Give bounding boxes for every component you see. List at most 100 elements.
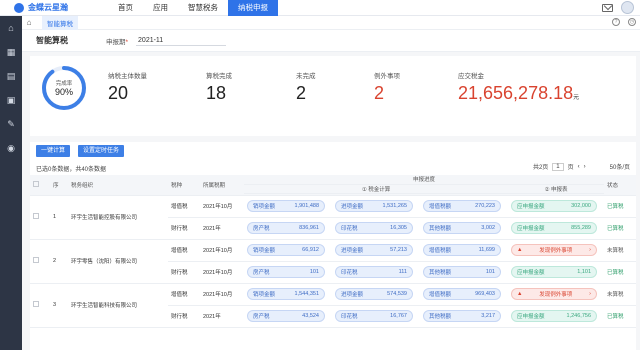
folder-icon[interactable]: ▣ — [0, 88, 22, 112]
row-checkbox[interactable] — [33, 213, 39, 219]
title-bar: 智能算税 申报期* — [22, 30, 640, 52]
calc-amount-chip[interactable]: 房产税 43,524 — [247, 310, 325, 322]
calc-amount-chip[interactable]: 印花税 16,305 — [335, 222, 413, 234]
row-seq: 1 — [50, 195, 68, 240]
row-checkbox-cell[interactable] — [30, 195, 50, 240]
select-all-checkbox[interactable] — [33, 180, 39, 187]
stat-completed: 算税完成 18 — [206, 70, 232, 104]
row-checkbox[interactable] — [33, 257, 39, 263]
warning-icon: ▲ — [517, 247, 523, 253]
calc-amount-chip[interactable]: 增值税额 11,699 — [423, 244, 501, 256]
stat-value: 20 — [108, 83, 129, 103]
row-status: 未算税 — [604, 239, 637, 262]
mail-icon[interactable] — [602, 3, 613, 12]
stat-value: 21,656,278.18元 — [458, 83, 580, 103]
chevron-right-icon: › — [589, 247, 591, 253]
nav-item-tax-filing[interactable]: 纳税申报 — [228, 0, 278, 16]
edit-icon[interactable]: ✎ — [0, 112, 22, 136]
nav-item-smart-tax[interactable]: 智慧税务 — [178, 0, 228, 16]
row-status: 已算税 — [604, 195, 637, 218]
pager-prev-icon[interactable]: ‹ — [578, 164, 580, 170]
calc-amount-chip[interactable]: 房产税 836,961 — [247, 222, 325, 234]
period-field[interactable] — [136, 35, 227, 46]
calc-amount-chip[interactable]: 销项金额 1,901,488 — [247, 200, 325, 212]
chevron-right-icon: › — [589, 291, 591, 297]
row-period: 2021年10月 — [200, 283, 244, 306]
calc-amount-chip[interactable]: 进项金额 1,531,265 — [335, 200, 413, 212]
breadcrumb-home-icon[interactable]: ⌂ — [22, 18, 36, 27]
row-tax-type: 财行税 — [168, 305, 200, 328]
row-status: 已算税 — [604, 305, 637, 328]
stat-value: 18 — [206, 83, 227, 103]
row-checkbox-cell[interactable] — [30, 239, 50, 284]
pager-page-input[interactable]: 1 — [552, 162, 564, 171]
gauge-value: 90% — [55, 87, 73, 97]
stat-label: 纳税主体数量 — [108, 73, 147, 80]
calc-amount-chip[interactable]: 其他税额 3,217 — [423, 310, 501, 322]
tab-smart-tax-calc[interactable]: 智能算税 — [42, 15, 78, 30]
header-seq: 序 — [50, 175, 68, 196]
globe-icon[interactable]: ◉ — [0, 136, 22, 160]
header-checkbox[interactable] — [30, 175, 50, 196]
calc-amount-chip[interactable]: 印花税 111 — [335, 266, 413, 278]
calc-amount-chip[interactable]: 房产税 101 — [247, 266, 325, 278]
tax-table: 序 税务组织 税种 所属税期 申报进度 状态 ① 税金计算 ② 申报表 1 环宇生… — [30, 175, 637, 328]
report-amount-chip[interactable]: 应申报金额 1,101 — [511, 266, 597, 278]
calc-amount-chip[interactable]: 销项金额 66,912 — [247, 244, 325, 256]
avatar[interactable] — [621, 1, 634, 14]
calc-amount-chip[interactable]: 增值税额 969,403 — [423, 288, 501, 300]
completion-gauge: 完成率 90% — [42, 66, 86, 110]
table-row[interactable]: 2 环宇零售（沈阳）有限公司 增值税 2021年10月 销项金额 66,912 进项金额 57… — [30, 239, 637, 284]
exception-chip[interactable]: ▲ 发现例外事项 › — [511, 244, 597, 256]
row-org: 环宇生活智能控股有限公司 — [68, 195, 168, 240]
calc-amount-chip[interactable]: 印花税 16,767 — [335, 310, 413, 322]
stat-value: 2 — [374, 83, 385, 103]
stat-label: 算税完成 — [206, 73, 232, 80]
table-row[interactable]: 3 环宇生活智能科技有限公司 增值税 2021年10月 销项金额 1,544,351 进项金… — [30, 283, 637, 328]
report-amount-chip[interactable]: 应申报金额 855,289 — [511, 222, 597, 234]
top-bar: 金蝶云星瀚 首页 应用 智慧税务 纳税申报 — [0, 0, 640, 16]
header-tax-type: 税种 — [168, 175, 200, 196]
nav-item-home[interactable]: 首页 — [108, 0, 143, 16]
pager-total: 共2页 — [532, 165, 549, 171]
stat-label: 应交税金 — [458, 73, 484, 80]
calc-amount-chip[interactable]: 销项金额 1,544,351 — [247, 288, 325, 300]
home-icon[interactable]: ⌂ — [0, 16, 22, 40]
grid-icon[interactable]: ▦ — [0, 40, 22, 64]
page-size-select[interactable]: 50条/页 — [610, 162, 630, 171]
header-status: 状态 — [604, 175, 637, 196]
breadcrumb: ⌂ 智能算税 ? ◷ — [22, 15, 640, 30]
calc-amount-chip[interactable]: 进项金额 574,539 — [335, 288, 413, 300]
stat-unit: 元 — [573, 95, 580, 101]
page-title: 智能算税 — [36, 36, 68, 45]
row-seq: 3 — [50, 283, 68, 328]
help-icon[interactable]: ? — [612, 18, 620, 26]
calc-amount-chip[interactable]: 其他税额 3,002 — [423, 222, 501, 234]
period-label: 申报期* — [106, 38, 129, 46]
stat-value: 2 — [296, 83, 307, 103]
one-click-calc-button[interactable]: 一键计算 — [36, 145, 71, 157]
table-row[interactable]: 1 环宇生活智能控股有限公司 增值税 2021年10月 销项金额 1,901,488 进项金… — [30, 195, 637, 240]
chart-icon[interactable]: ▤ — [0, 64, 22, 88]
stat-taxpayers: 纳税主体数量 20 — [108, 70, 147, 104]
report-amount-chip[interactable]: 应申报金额 1,246,756 — [511, 310, 597, 322]
schedule-task-button[interactable]: 设置定时任务 — [78, 145, 125, 157]
app-logo[interactable]: 金蝶云星瀚 — [14, 2, 94, 13]
clock-icon[interactable]: ◷ — [628, 18, 636, 26]
stat-exceptions[interactable]: 例外事项 2 — [374, 70, 400, 104]
row-org: 环宇零售（沈阳）有限公司 — [68, 239, 168, 284]
row-checkbox-cell[interactable] — [30, 283, 50, 328]
row-tax-type: 财行税 — [168, 261, 200, 284]
calc-amount-chip[interactable]: 进项金额 57,213 — [335, 244, 413, 256]
row-period: 2021年10月 — [200, 195, 244, 218]
sidebar: ⌂ ▦ ▤ ▣ ✎ ◉ — [0, 16, 22, 350]
nav-item-apps[interactable]: 应用 — [143, 0, 178, 16]
report-amount-chip[interactable]: 应申报金额 302,000 — [511, 200, 597, 212]
calc-amount-chip[interactable]: 增值税额 270,223 — [423, 200, 501, 212]
pager-next-icon[interactable]: › — [584, 164, 586, 170]
row-checkbox[interactable] — [33, 301, 39, 307]
exception-chip[interactable]: ▲ 发现例外事项 › — [511, 288, 597, 300]
row-tax-type: 增值税 — [168, 239, 200, 262]
header-progress: 申报进度 — [244, 175, 605, 185]
calc-amount-chip[interactable]: 其他税额 101 — [423, 266, 501, 278]
